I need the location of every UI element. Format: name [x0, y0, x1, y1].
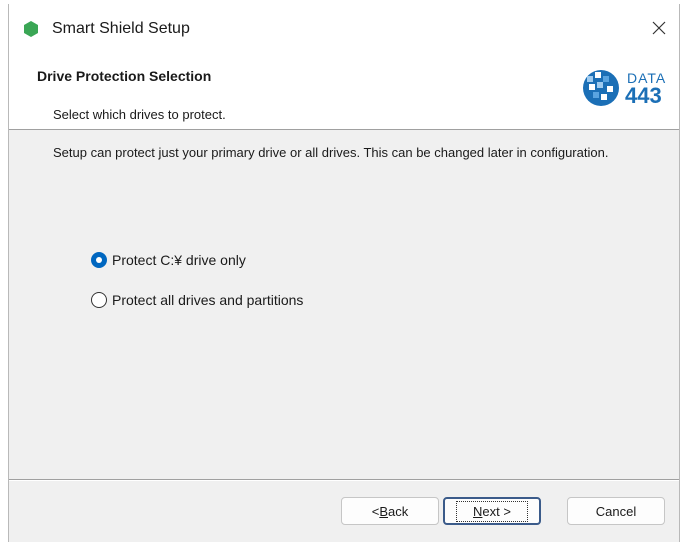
option-label: Protect all drives and partitions [112, 292, 304, 308]
next-mnemonic: N [473, 503, 483, 519]
radio-button-unchecked[interactable] [91, 292, 107, 308]
green-hexagon-icon [24, 21, 38, 37]
focus-rect: Next > [456, 500, 528, 522]
setup-window: Smart Shield Setup Drive Protection Sele… [8, 4, 680, 542]
back-rest: ack [388, 503, 409, 519]
back-mnemonic: B [379, 503, 389, 519]
page-title: Drive Protection Selection [37, 68, 212, 84]
logo-text-443: 443 [625, 83, 662, 108]
title-bar[interactable]: Smart Shield Setup [9, 4, 679, 52]
option-protect-all-drives[interactable]: Protect all drives and partitions [91, 292, 303, 308]
wizard-header: Drive Protection Selection Select which … [9, 52, 679, 130]
option-label: Protect C:¥ drive only [112, 252, 246, 268]
cancel-button[interactable]: Cancel [567, 497, 665, 525]
next-rest: ext > [482, 503, 511, 519]
description-text: Setup can protect just your primary driv… [53, 145, 609, 160]
option-protect-c-drive[interactable]: Protect C:¥ drive only [91, 252, 246, 268]
close-button[interactable] [641, 12, 677, 44]
close-icon [652, 21, 666, 35]
radio-button-checked[interactable] [91, 252, 107, 268]
back-button[interactable]: < Back [341, 497, 439, 525]
logo-mark-icon [583, 70, 619, 106]
footer-divider [9, 479, 679, 481]
data443-logo: DATA 443 [579, 62, 675, 114]
back-prefix: < [371, 503, 380, 519]
page-subtitle: Select which drives to protect. [53, 107, 226, 122]
window-title: Smart Shield Setup [52, 20, 190, 37]
next-button[interactable]: Next > [443, 497, 541, 525]
